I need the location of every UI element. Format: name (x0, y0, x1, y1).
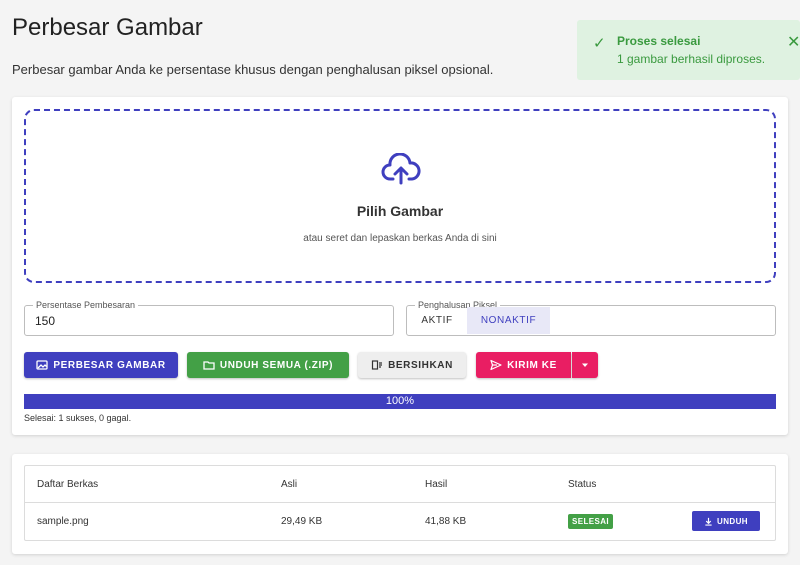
toast-message: 1 gambar berhasil diproses. (617, 52, 766, 66)
page-description: Perbesar gambar Anda ke persentase khusu… (12, 62, 494, 77)
original-size: 29,49 KB (281, 516, 323, 527)
download-zip-label: UNDUH SEMUA (.ZIP) (219, 359, 334, 371)
dropzone-title: Pilih Gambar (356, 203, 444, 219)
column-header-result: Hasil (425, 479, 448, 490)
clear-icon (371, 360, 383, 370)
close-icon[interactable]: ✕ (787, 32, 800, 52)
clear-label: BERSIHKAN (388, 359, 453, 371)
download-icon (705, 517, 712, 526)
progress-summary: Selesai: 1 sukses, 0 gagal. (24, 413, 132, 423)
send-to-label: KIRIM KE (507, 359, 557, 371)
page-title: Perbesar Gambar (12, 14, 203, 41)
progress-text: 100% (385, 395, 415, 407)
send-icon (490, 359, 502, 371)
send-to-button[interactable]: KIRIM KE (476, 352, 571, 378)
download-zip-button[interactable]: UNDUH SEMUA (.ZIP) (187, 352, 349, 378)
image-icon (36, 360, 48, 370)
percentage-input[interactable] (35, 314, 375, 328)
progress-bar: 100% (24, 394, 776, 409)
file-name: sample.png (37, 516, 89, 527)
column-header-original: Asli (281, 479, 298, 490)
smoothing-field: Penghalusan Piksel AKTIF NONAKTIF (406, 300, 776, 336)
result-size: 41,88 KB (425, 516, 467, 527)
dropzone-subtitle: atau seret dan lepaskan berkas Anda di s… (303, 233, 497, 244)
dropzone[interactable]: Pilih Gambar atau seret dan lepaskan ber… (24, 109, 776, 283)
enlarge-button[interactable]: PERBESAR GAMBAR (24, 352, 178, 378)
status-badge: SELESAI (568, 514, 614, 529)
percentage-label: Persentase Pembesaran (33, 300, 139, 311)
column-header-file: Daftar Berkas (37, 479, 99, 490)
cloud-upload-icon (381, 153, 421, 185)
upload-card: Pilih Gambar atau seret dan lepaskan ber… (12, 97, 788, 435)
percentage-field: Persentase Pembesaran (24, 300, 394, 336)
download-label: UNDUH (717, 516, 748, 526)
table-header: Daftar Berkas Asli Hasil Status (25, 466, 775, 503)
check-icon: ✓ (593, 35, 606, 52)
success-toast: ✓ Proses selesai 1 gambar berhasil dipro… (577, 20, 800, 80)
clear-button[interactable]: BERSIHKAN (358, 352, 466, 378)
table-row: sample.png 29,49 KB 41,88 KB SELESAI UND… (25, 503, 775, 541)
file-list-card: Daftar Berkas Asli Hasil Status sample.p… (12, 454, 788, 554)
smoothing-on-option[interactable]: AKTIF (407, 307, 467, 334)
column-header-status: Status (568, 479, 597, 490)
download-button[interactable]: UNDUH (692, 511, 760, 531)
smoothing-off-option[interactable]: NONAKTIF (467, 307, 550, 334)
file-table: Daftar Berkas Asli Hasil Status sample.p… (24, 465, 776, 541)
caret-down-icon (582, 363, 588, 367)
toast-title: Proses selesai (617, 34, 701, 48)
folder-icon (203, 361, 215, 370)
send-to-dropdown-button[interactable] (572, 352, 598, 378)
enlarge-label: PERBESAR GAMBAR (53, 359, 166, 371)
